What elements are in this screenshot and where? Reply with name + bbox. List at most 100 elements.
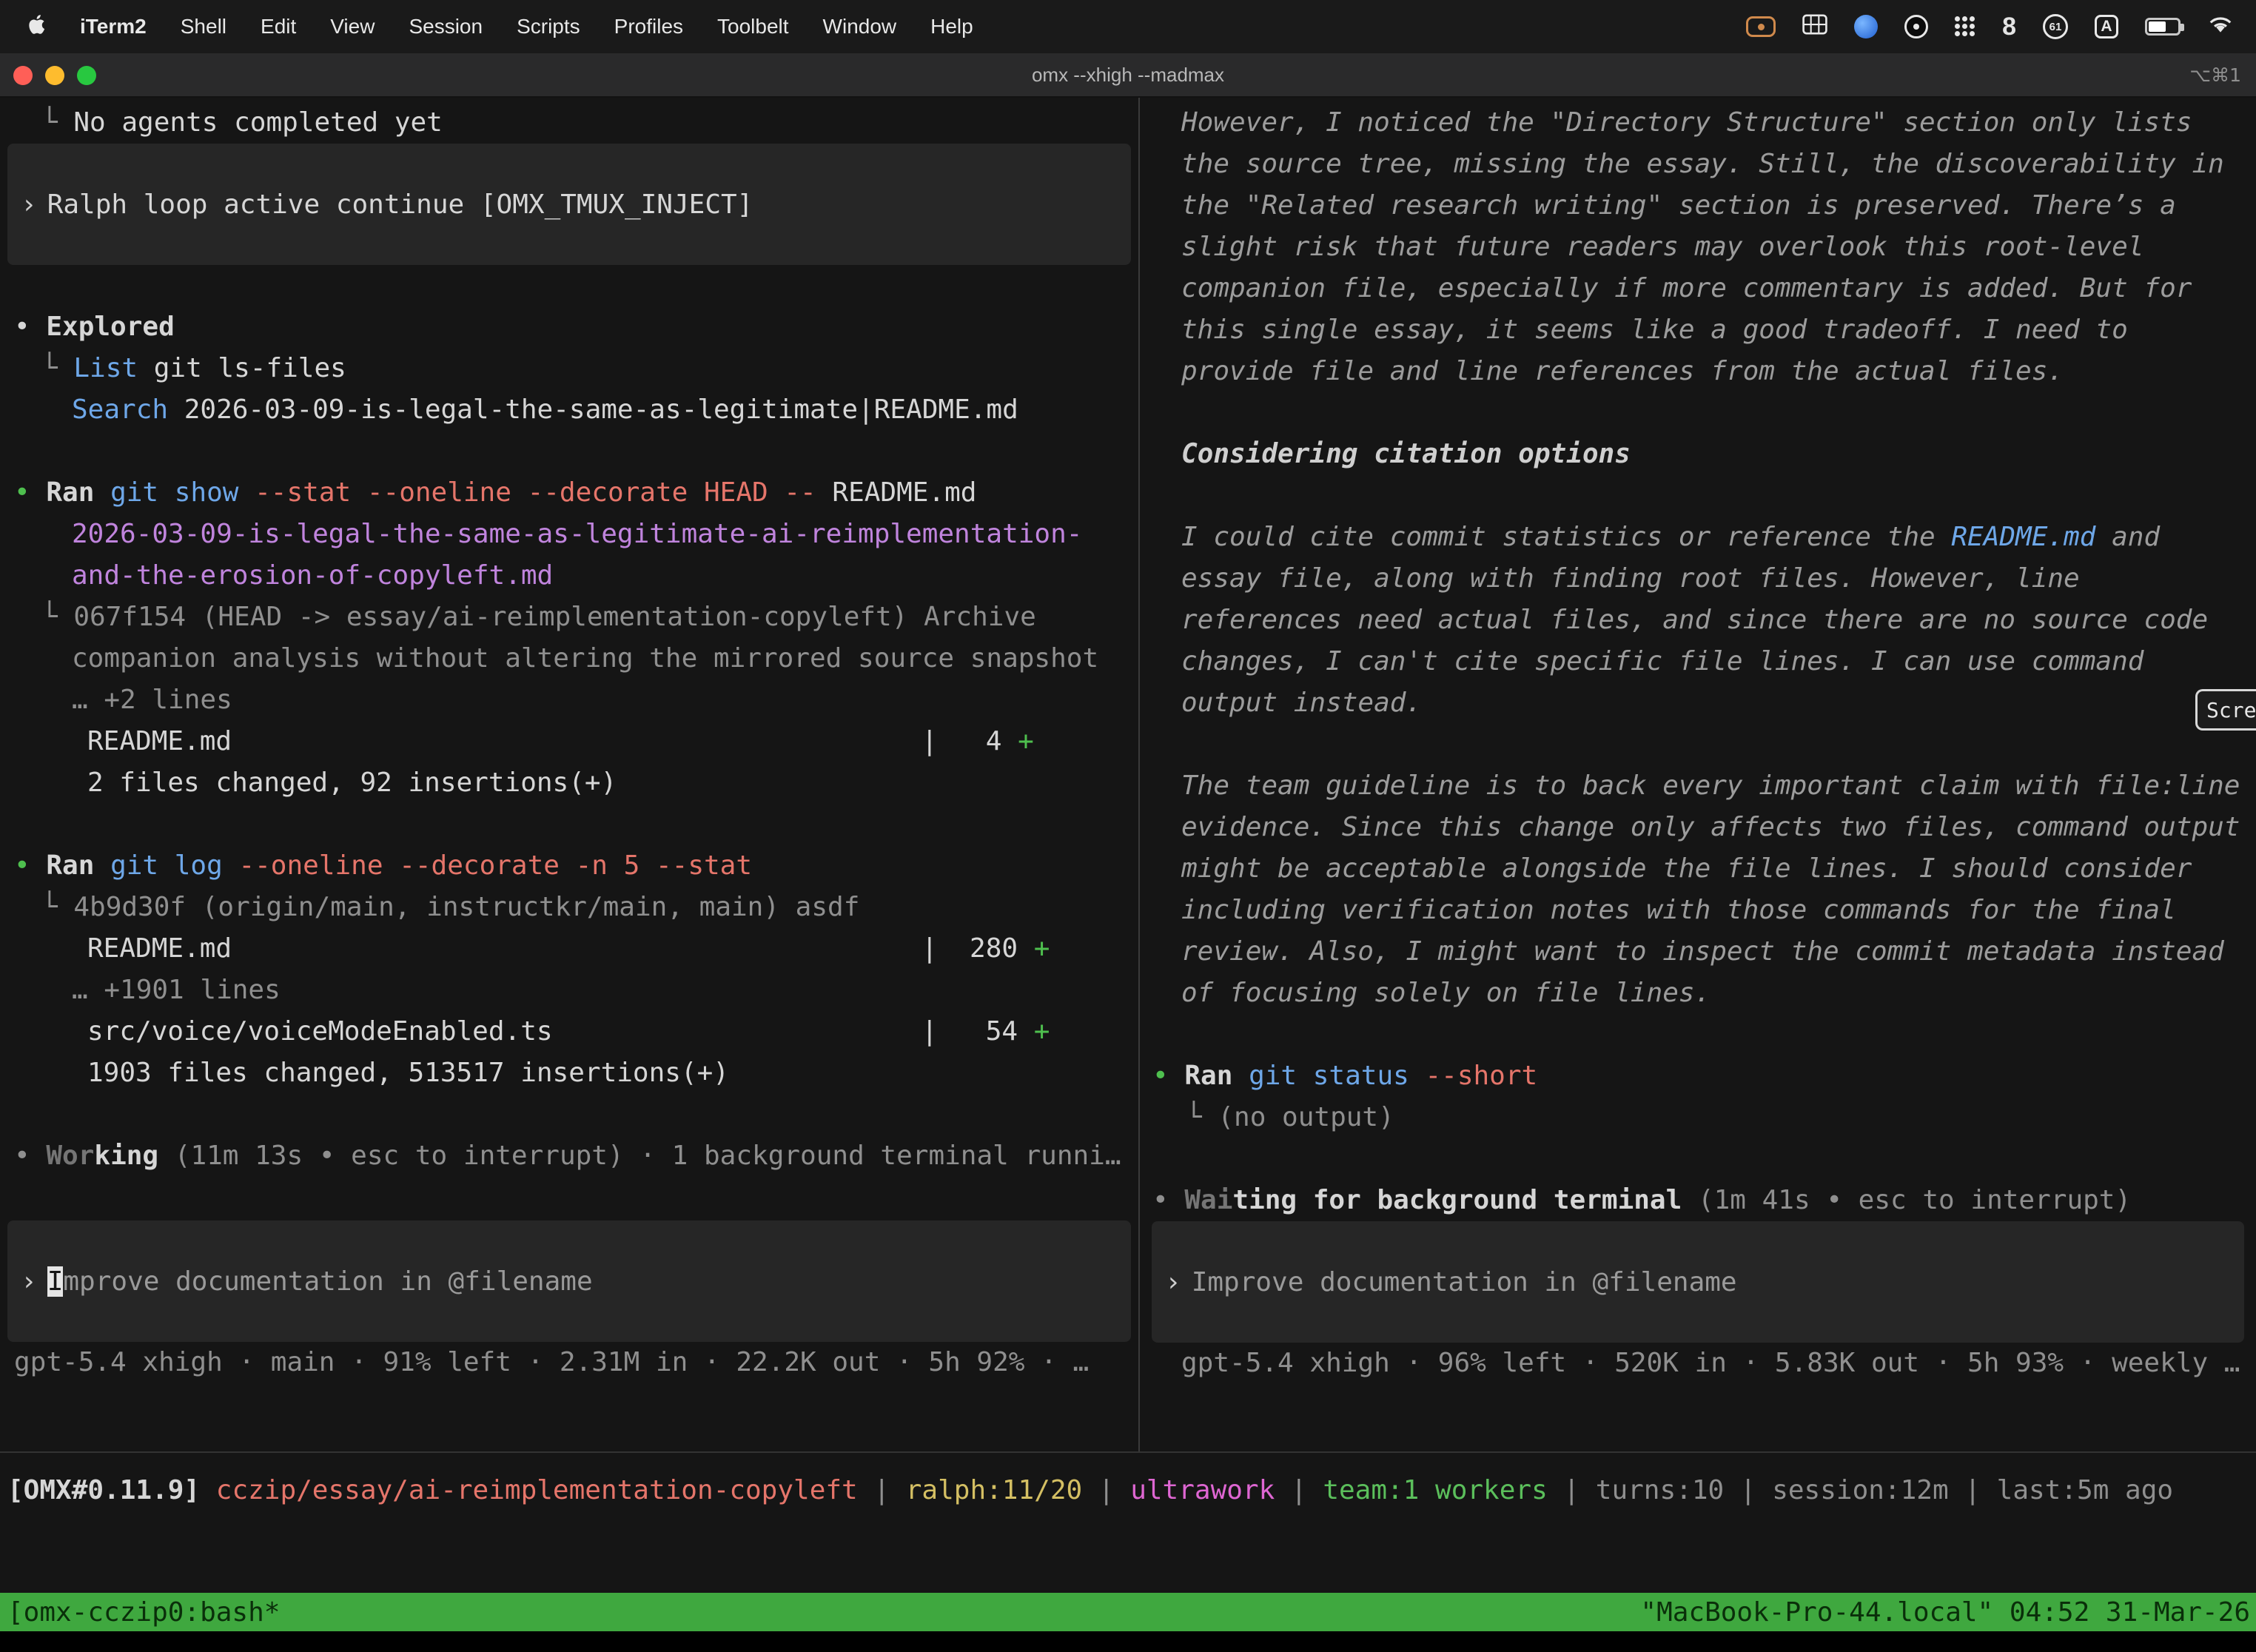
screen: iTerm2 Shell Edit View Session Scripts P… xyxy=(0,0,2256,1652)
more-lines-text: … +2 lines xyxy=(72,685,232,715)
ralph-inject-banner: ›Ralph loop active continue [OMX_TMUX_IN… xyxy=(7,144,1131,265)
reasoning-paragraph-1: However, I noticed the "Directory Struct… xyxy=(1140,102,2256,392)
input-placeholder-text: Improve documentation in @filename xyxy=(1192,1267,1737,1297)
bullet-icon: • xyxy=(14,312,46,342)
menu-item-view[interactable]: View xyxy=(330,15,375,38)
commit-line: └ 067f154 (HEAD -> essay/ai-reimplementa… xyxy=(0,597,1138,638)
menu-item-window[interactable]: Window xyxy=(823,15,897,38)
git-command: git show xyxy=(110,477,238,508)
menu-item-scripts[interactable]: Scripts xyxy=(517,15,580,38)
essay-filename-line2: and-the-erosion-of-copyleft.md xyxy=(0,555,1138,597)
commit-line: └ 4b9d30f (origin/main, instructkr/main,… xyxy=(0,887,1138,928)
last-activity: last:5m ago xyxy=(1997,1475,2173,1505)
tool-args: 2026-03-09-is-legal-the-same-as-legitima… xyxy=(168,394,1018,425)
stat-filename: src/voice/voiceModeEnabled.ts xyxy=(87,1011,921,1052)
diffstat-summary: 1903 files changed, 513517 insertions(+) xyxy=(0,1052,1138,1094)
left-model-status-line: gpt-5.4 xhigh · main · 91% left · 2.31M … xyxy=(0,1342,1138,1383)
tmux-status-bar: [omx-cczip0:bash* "MacBook-Pro-44.local"… xyxy=(0,1593,2256,1631)
blue-app-icon[interactable] xyxy=(1854,15,1878,38)
tmux-host-clock: "MacBook-Pro-44.local" 04:52 31-Mar-26 xyxy=(1640,1597,2256,1628)
battery-percent-badge[interactable]: 61 xyxy=(2043,14,2068,39)
tmux-session-window[interactable]: [omx-cczip0:bash* xyxy=(0,1597,280,1628)
agents-status-text: No agents completed yet xyxy=(73,107,443,138)
minimize-button[interactable] xyxy=(45,66,64,85)
diffstat-line: README.md| 280 + xyxy=(0,928,1138,970)
apple-menu-icon[interactable] xyxy=(27,13,46,41)
menu-item-shell[interactable]: Shell xyxy=(181,15,226,38)
screen-recording-indicator-icon[interactable] xyxy=(1746,16,1776,37)
menu-item-edit[interactable]: Edit xyxy=(261,15,296,38)
menu-item-profiles[interactable]: Profiles xyxy=(614,15,683,38)
right-terminal-pane[interactable]: However, I noticed the "Directory Struct… xyxy=(1140,98,2256,1451)
working-detail: (11m 13s • esc to interrupt) · 1 backgro… xyxy=(158,1141,1121,1171)
left-terminal-pane[interactable]: └ No agents completed yet ›Ralph loop ac… xyxy=(0,98,1138,1451)
table-grid-icon[interactable] xyxy=(1802,14,1827,40)
wifi-icon[interactable] xyxy=(2207,14,2234,40)
tree-branch: └ xyxy=(41,353,73,383)
output-text: (no output) xyxy=(1218,1102,1394,1132)
readme-link[interactable]: README.md xyxy=(1951,522,2095,552)
prompt-chevron: › xyxy=(21,1266,37,1297)
right-model-status-line: gpt-5.4 xhigh · 96% left · 520K in · 5.8… xyxy=(1140,1343,2256,1384)
menu-bar-left: iTerm2 Shell Edit View Session Scripts P… xyxy=(0,13,973,41)
input-placeholder-text: mprove documentation in @filename xyxy=(63,1266,592,1297)
command-output-line: └ (no output) xyxy=(1140,1097,2256,1138)
window-title-bar[interactable]: omx --xhigh --madmax ⌥⌘1 xyxy=(0,53,2256,98)
ralph-counter: ralph:11/20 xyxy=(906,1475,1082,1505)
omx-status-line: [OMX#0.11.9] cczip/essay/ai-reimplementa… xyxy=(0,1470,2256,1511)
prompt-chevron: › xyxy=(1165,1267,1181,1297)
stat-filename: README.md xyxy=(87,721,921,762)
stat-count: | 54 xyxy=(921,1016,1034,1047)
model-status-text: gpt-5.4 xhigh · 96% left · 520K in · 5.8… xyxy=(1181,1348,2240,1378)
inject-text: Ralph loop active continue [OMX_TMUX_INJ… xyxy=(47,189,753,220)
reasoning-paragraph-2-line1: I could cite commit statistics or refere… xyxy=(1140,517,2256,558)
commit-text: 067f154 (HEAD -> essay/ai-reimplementati… xyxy=(73,602,1035,632)
screen-overlay-button[interactable]: Scre xyxy=(2195,689,2256,731)
truncation-line: … +1901 lines xyxy=(0,970,1138,1011)
tool-args: git ls-files xyxy=(138,353,346,383)
menu-bar: iTerm2 Shell Edit View Session Scripts P… xyxy=(0,0,2256,53)
separator: | xyxy=(1082,1475,1130,1505)
stat-plus: + xyxy=(1034,933,1050,964)
commit-text: companion analysis without altering the … xyxy=(72,643,1098,674)
tool-verb: Search xyxy=(72,394,168,425)
zoom-button[interactable] xyxy=(77,66,96,85)
right-prompt-input[interactable]: › Improve documentation in @filename xyxy=(1152,1221,2244,1343)
stat-filename: README.md xyxy=(87,928,921,970)
more-lines-text: … +1901 lines xyxy=(72,975,281,1005)
window-title: omx --xhigh --madmax xyxy=(1032,64,1224,87)
terminal-panes: └ No agents completed yet ›Ralph loop ac… xyxy=(0,98,2256,1453)
working-shimmer-bright: king xyxy=(94,1141,158,1171)
diffstat-line: README.md| 4 + xyxy=(0,721,1138,762)
menu-item-iterm2[interactable]: iTerm2 xyxy=(80,15,147,38)
menu-item-session[interactable]: Session xyxy=(409,15,483,38)
explored-header: • Explored xyxy=(0,306,1138,348)
git-target: README.md xyxy=(832,477,976,508)
bullet-icon: • xyxy=(14,1141,46,1171)
omx-status-area: [OMX#0.11.9] cczip/essay/ai-reimplementa… xyxy=(0,1453,2256,1593)
left-prompt-input[interactable]: ›Improve documentation in @filename xyxy=(7,1220,1131,1342)
commit-message-line: companion analysis without altering the … xyxy=(0,638,1138,679)
dots-grid-icon[interactable] xyxy=(1955,16,1975,37)
tree-branch: └ xyxy=(1186,1102,1218,1132)
close-button[interactable] xyxy=(13,66,33,85)
tree-branch: └ xyxy=(41,107,73,138)
team-badge: team:1 workers xyxy=(1323,1475,1547,1505)
working-status-line: • Working (11m 13s • esc to interrupt) ·… xyxy=(0,1135,1138,1177)
tree-branch: └ xyxy=(41,892,73,922)
tool-call-git-status: • Ran git status --short xyxy=(1140,1055,2256,1097)
menu-item-toolbelt[interactable]: Toolbelt xyxy=(717,15,789,38)
reasoning-heading: Considering citation options xyxy=(1140,434,2256,475)
menu-item-help[interactable]: Help xyxy=(930,15,973,38)
waiting-shimmer-dim: Wai xyxy=(1184,1185,1232,1215)
stat-count: | 280 xyxy=(921,933,1034,964)
letter-a-icon[interactable]: A xyxy=(2095,15,2118,38)
reasoning-paragraph-3: The team guideline is to back every impo… xyxy=(1140,765,2256,1014)
para-text: and xyxy=(2095,522,2160,552)
summary-text: 1903 files changed, 513517 insertions(+) xyxy=(87,1058,729,1088)
git-flags: --short xyxy=(1409,1061,1537,1091)
dark-app-icon[interactable] xyxy=(1904,15,1928,38)
reasoning-paragraph-2: essay file, along with finding root file… xyxy=(1140,558,2256,724)
figure-eight-icon[interactable]: 8 xyxy=(2002,13,2016,41)
battery-icon[interactable] xyxy=(2145,18,2181,36)
